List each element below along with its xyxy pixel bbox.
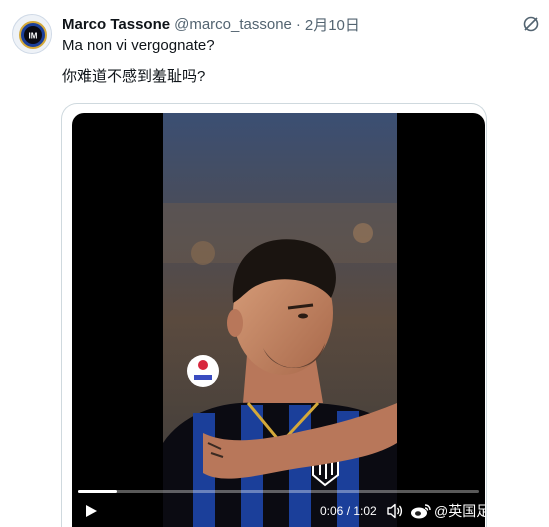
tweet-text-line-1: Ma non vi vergognate?	[62, 37, 215, 54]
author-handle[interactable]: @marco_tassone	[174, 16, 292, 33]
video-player[interactable]: 0:06 / 1:02 @英国足球那点事	[72, 113, 485, 527]
tweet[interactable]: IM Marco Tassone @marco_tassone · 2月10日 …	[0, 0, 549, 527]
tweet-text-line-2: 你难道不感到羞耻吗?	[62, 68, 206, 85]
video-timecode: 0:06 / 1:02	[320, 504, 377, 518]
svg-text:IM: IM	[29, 32, 38, 41]
video-frame	[163, 113, 397, 527]
volume-icon	[387, 503, 403, 519]
watermark-text: @英国足球那点事	[434, 503, 485, 519]
separator-dot: ·	[295, 15, 301, 33]
video-watermark: @英国足球那点事	[410, 499, 485, 523]
play-button[interactable]	[84, 504, 98, 518]
author-name[interactable]: Marco Tassone	[62, 16, 170, 33]
volume-button[interactable]	[386, 502, 404, 520]
play-icon	[86, 505, 97, 517]
tweet-header: Marco Tassone @marco_tassone · 2月10日	[62, 13, 360, 35]
weibo-icon	[411, 504, 431, 519]
avatar[interactable]: IM	[12, 14, 52, 54]
tweet-date[interactable]: 2月10日	[305, 14, 360, 35]
grok-icon[interactable]	[521, 14, 541, 34]
inter-crest-icon: IM	[13, 15, 51, 53]
video-controls: 0:06 / 1:02 @英国足球那点事	[72, 491, 485, 527]
